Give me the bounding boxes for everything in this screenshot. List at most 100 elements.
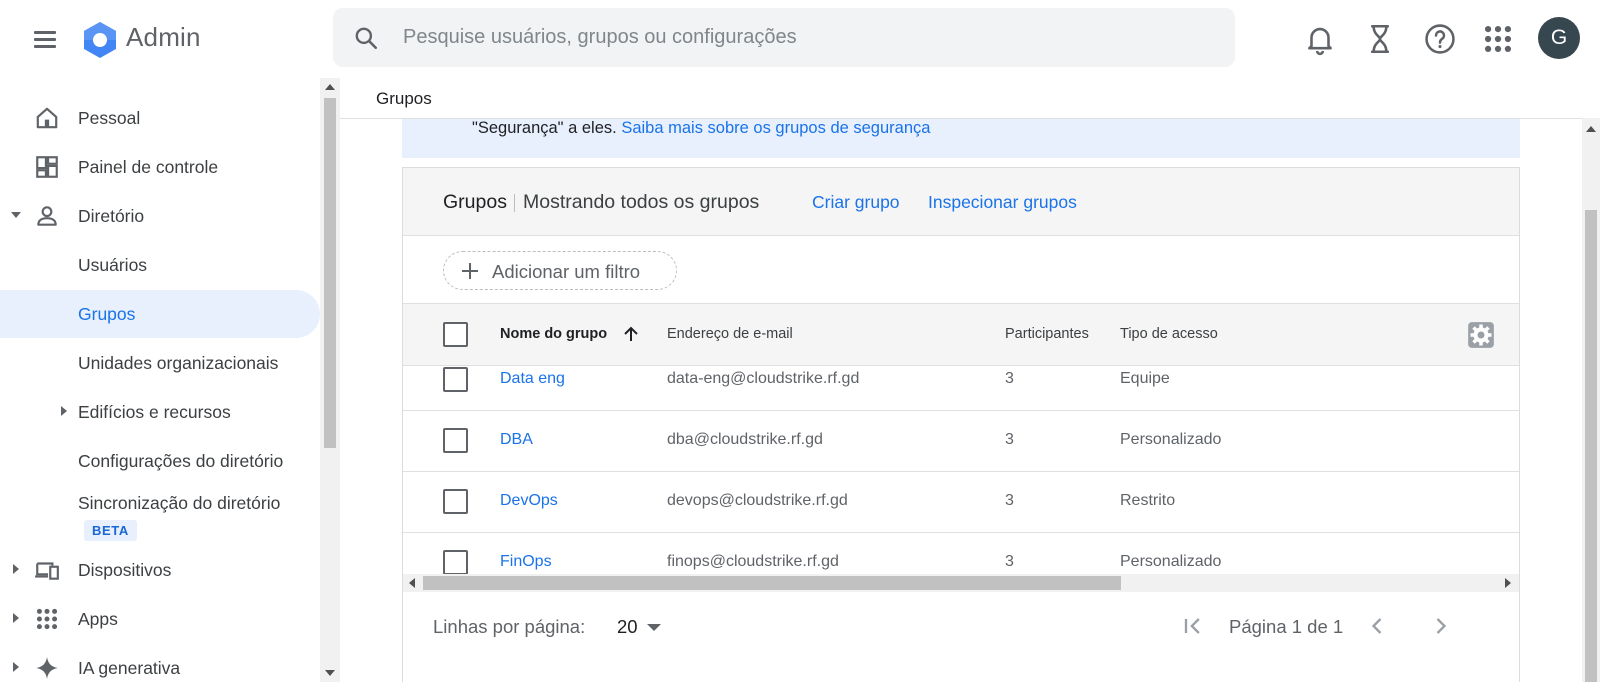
sidebar-item-label: Dispositivos: [78, 560, 172, 580]
group-email: dba@cloudstrike.rf.gd: [667, 431, 823, 448]
page-title: Grupos: [376, 89, 432, 108]
group-name-link[interactable]: DBA: [500, 431, 533, 449]
sidebar-item-ia-generativa[interactable]: IA generativa: [0, 644, 320, 682]
help-icon[interactable]: [1423, 22, 1457, 56]
first-page-icon[interactable]: [1179, 612, 1207, 640]
column-header-email[interactable]: Endereço de e-mail: [667, 326, 793, 342]
sidebar-item-painel[interactable]: Painel de controle: [0, 143, 320, 191]
sidebar-item-usuarios[interactable]: Usuários: [0, 241, 320, 289]
card-header: Grupos Mostrando todos os grupos Criar g…: [403, 168, 1519, 236]
next-page-icon[interactable]: [1427, 612, 1455, 640]
sidebar: Pessoal Painel de controle Diretório Usu…: [0, 78, 320, 682]
column-header-members[interactable]: Participantes: [1005, 326, 1089, 342]
scroll-up-arrow[interactable]: [325, 84, 335, 90]
table-body: Data eng data-eng@cloudstrike.rf.gd 3 Eq…: [403, 366, 1519, 591]
group-email: finops@cloudstrike.rf.gd: [667, 553, 839, 570]
sidebar-item-diretorio[interactable]: Diretório: [0, 192, 320, 240]
sidebar-item-sincronizacao[interactable]: Sincronização do diretório: [0, 479, 320, 527]
table-row[interactable]: Data eng data-eng@cloudstrike.rf.gd 3 Eq…: [403, 366, 1519, 411]
groups-card: Grupos Mostrando todos os grupos Criar g…: [402, 167, 1520, 682]
sidebar-item-label: Edifícios e recursos: [78, 402, 231, 422]
apps-grid-icon[interactable]: [1481, 22, 1515, 56]
title-divider: [514, 194, 515, 212]
sidebar-scrollbar[interactable]: [320, 78, 340, 682]
scroll-up-arrow[interactable]: [1586, 126, 1596, 132]
person-icon: [37, 206, 57, 226]
home-icon: [36, 107, 58, 129]
sidebar-item-label: Grupos: [78, 304, 136, 324]
scroll-right-arrow[interactable]: [1505, 578, 1511, 588]
sidebar-item-label: Painel de controle: [78, 157, 219, 177]
hourglass-icon[interactable]: [1363, 22, 1397, 56]
sidebar-item-label: Sincronização do diretório: [78, 493, 281, 513]
group-name-link[interactable]: Data eng: [500, 370, 565, 388]
chevron-right-icon: [61, 406, 67, 416]
table-header: Nome do grupo Endereço de e-mail Partici…: [403, 304, 1519, 366]
group-access: Restrito: [1120, 492, 1176, 509]
chevron-down-icon[interactable]: [647, 624, 661, 631]
horizontal-scrollbar-thumb[interactable]: [423, 576, 1121, 590]
sidebar-item-edificios[interactable]: Edifícios e recursos: [0, 388, 320, 436]
avatar[interactable]: G: [1538, 17, 1580, 59]
sidebar-item-label: Diretório: [78, 206, 145, 226]
info-link[interactable]: Saiba mais sobre os grupos de segurança: [621, 119, 930, 137]
group-email: devops@cloudstrike.rf.gd: [667, 492, 848, 509]
main-scrollbar[interactable]: [1582, 118, 1600, 682]
add-filter-label: Adicionar um filtro: [492, 261, 641, 282]
gear-icon[interactable]: [1467, 321, 1495, 349]
group-members: 3: [1005, 492, 1014, 509]
sidebar-item-label: Apps: [78, 609, 118, 629]
app-name: Admin: [126, 22, 201, 52]
group-access: Personalizado: [1120, 553, 1222, 570]
dashboard-icon: [36, 156, 58, 178]
chevron-down-icon: [11, 212, 21, 218]
sidebar-item-grupos[interactable]: Grupos: [0, 290, 320, 338]
admin-logo[interactable]: [80, 20, 120, 60]
table-row[interactable]: DevOps devops@cloudstrike.rf.gd 3 Restri…: [403, 472, 1519, 533]
create-group-link[interactable]: Criar grupo: [812, 192, 900, 213]
page-info: Página 1 de 1: [1229, 616, 1344, 637]
search-bar[interactable]: [333, 8, 1235, 67]
sidebar-item-apps[interactable]: Apps: [0, 595, 320, 643]
chevron-right-icon: [13, 613, 19, 623]
scroll-down-arrow[interactable]: [325, 670, 335, 676]
sidebar-scrollbar-thumb[interactable]: [324, 98, 336, 448]
group-access: Personalizado: [1120, 431, 1222, 448]
group-members: 3: [1005, 431, 1014, 448]
row-checkbox[interactable]: [443, 428, 468, 453]
info-banner-text: "Segurança" a eles. Saiba mais sobre os …: [472, 119, 930, 138]
search-icon: [355, 27, 378, 50]
group-members: 3: [1005, 370, 1014, 387]
column-header-access[interactable]: Tipo de acesso: [1120, 326, 1218, 342]
row-checkbox[interactable]: [443, 550, 468, 575]
apps-icon: [36, 608, 58, 630]
group-name-link[interactable]: FinOps: [500, 553, 552, 571]
scroll-left-arrow[interactable]: [409, 578, 415, 588]
group-name-link[interactable]: DevOps: [500, 492, 558, 510]
sidebar-item-dispositivos[interactable]: Dispositivos: [0, 546, 320, 594]
row-checkbox[interactable]: [443, 489, 468, 514]
menu-icon[interactable]: [30, 24, 60, 54]
sidebar-item-configuracoes[interactable]: Configurações do diretório: [0, 437, 320, 485]
table-row[interactable]: DBA dba@cloudstrike.rf.gd 3 Personalizad…: [403, 411, 1519, 472]
search-input[interactable]: [403, 8, 1203, 67]
sidebar-item-pessoal[interactable]: Pessoal: [0, 94, 320, 142]
horizontal-scrollbar[interactable]: [403, 574, 1519, 592]
top-bar: Admin G: [0, 0, 1600, 78]
beta-badge: BETA: [84, 520, 137, 541]
prev-page-icon[interactable]: [1363, 612, 1391, 640]
main-content: "Segurança" a eles. Saiba mais sobre os …: [340, 78, 1582, 682]
info-text: "Segurança" a eles.: [472, 119, 617, 137]
add-filter-button[interactable]: Adicionar um filtro: [443, 251, 677, 290]
inspect-groups-link[interactable]: Inspecionar grupos: [928, 192, 1077, 213]
bell-icon[interactable]: [1303, 22, 1337, 56]
sidebar-item-label: Configurações do diretório: [78, 451, 284, 471]
row-checkbox[interactable]: [443, 367, 468, 392]
arrow-up-icon[interactable]: [621, 324, 641, 344]
rows-per-page-select[interactable]: 20: [617, 616, 638, 638]
select-all-checkbox[interactable]: [443, 322, 468, 347]
main-scrollbar-thumb[interactable]: [1585, 210, 1597, 682]
column-header-name[interactable]: Nome do grupo: [500, 326, 607, 342]
admin-console: Admin G: [0, 0, 1600, 682]
sidebar-item-unidades[interactable]: Unidades organizacionais: [0, 339, 320, 387]
